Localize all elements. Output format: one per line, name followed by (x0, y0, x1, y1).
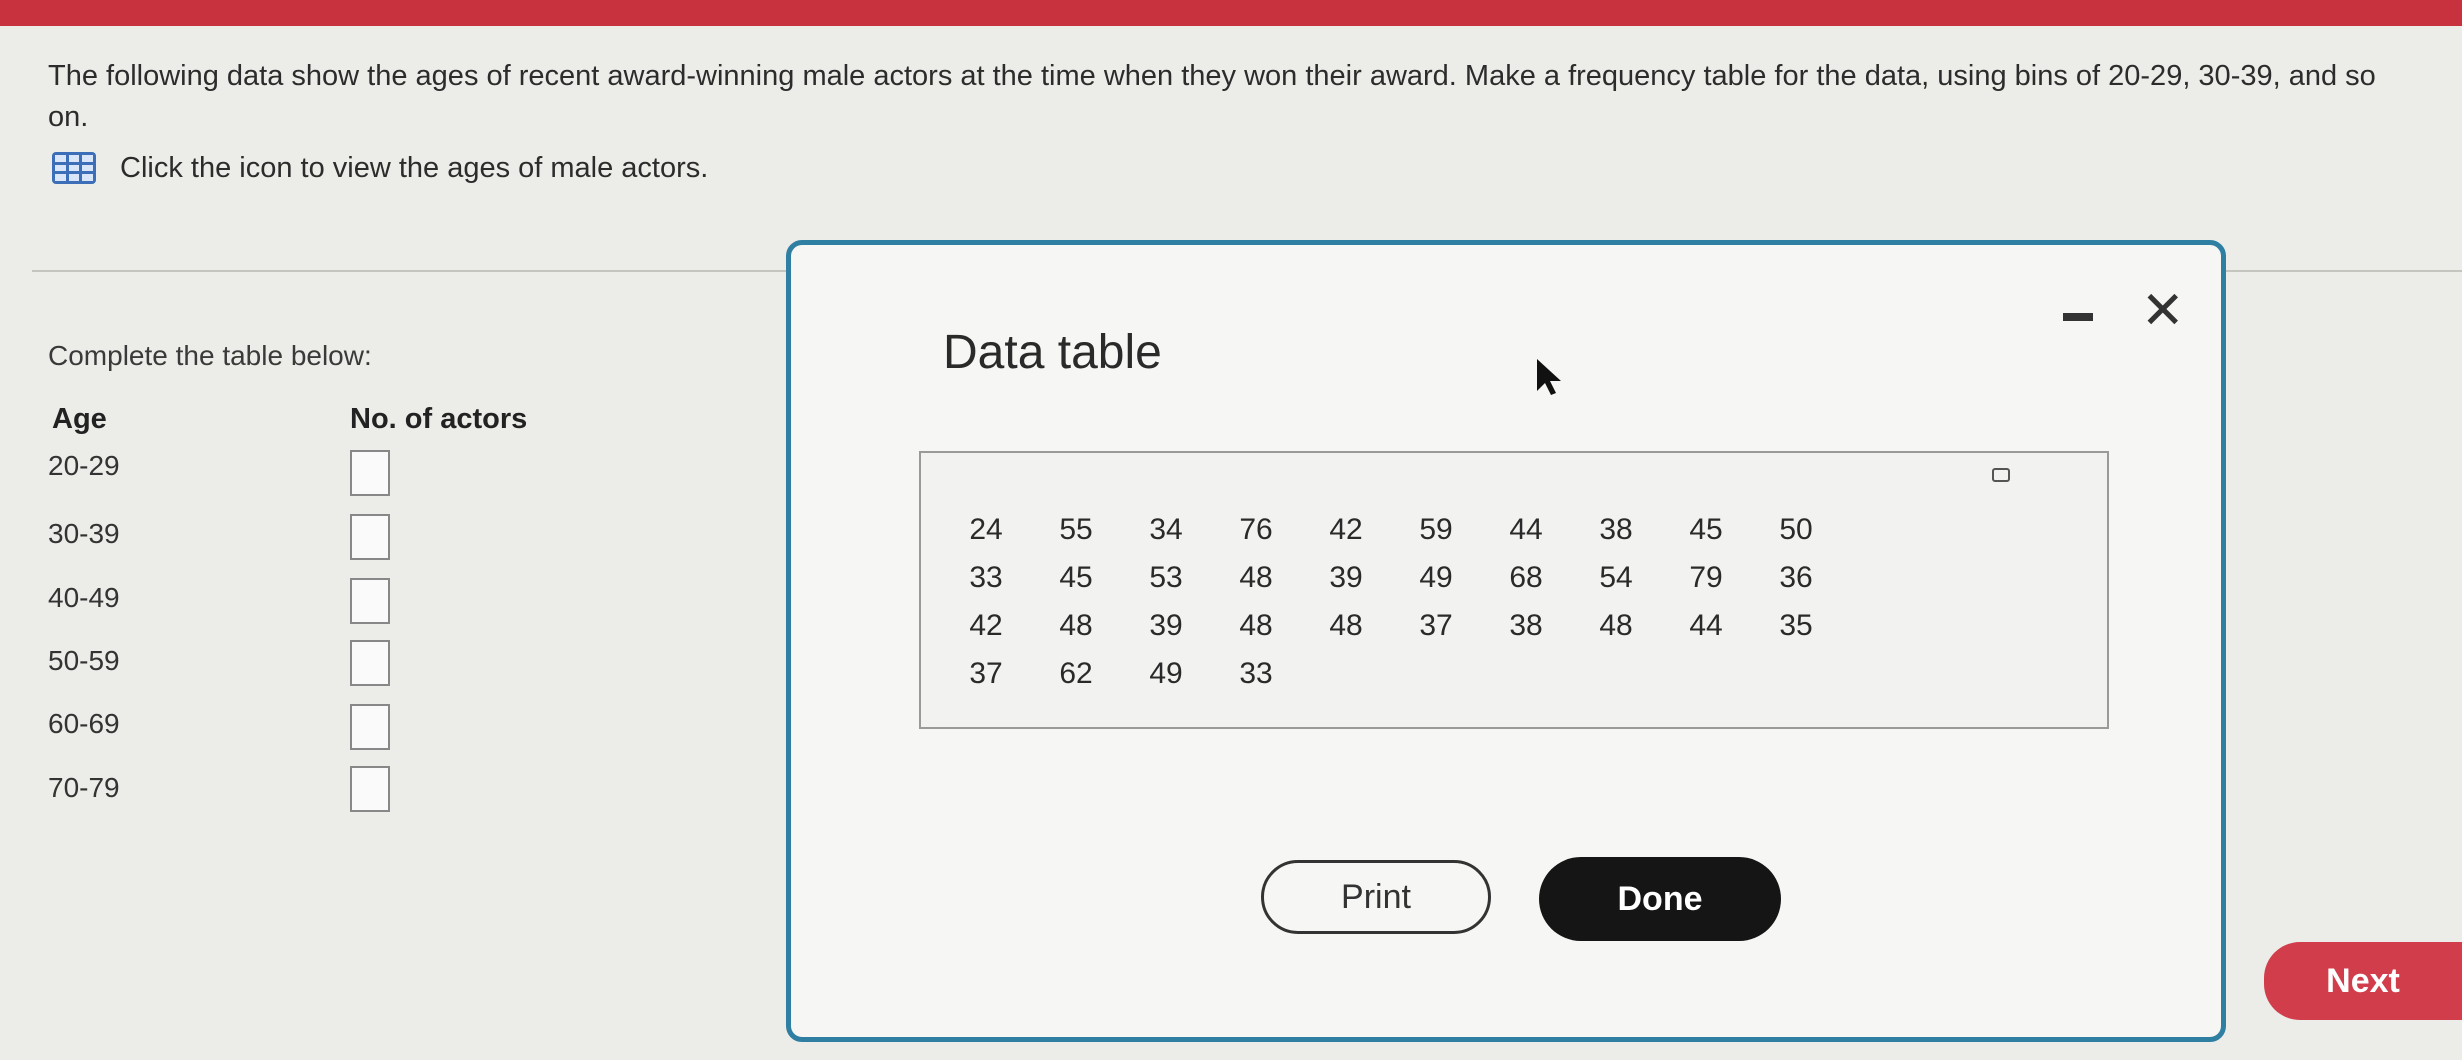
data-cell: 79 (1689, 561, 1723, 594)
copy-icon[interactable] (1991, 467, 2013, 485)
age-bin-label: 60-69 (48, 708, 120, 739)
age-bin-label: 40-49 (48, 582, 120, 613)
data-cell (1301, 657, 1391, 705)
minimize-icon[interactable] (2063, 313, 2093, 321)
data-cell: 59 (1419, 513, 1453, 546)
next-button[interactable]: Next (2264, 942, 2462, 1020)
data-cell: 44 (1689, 609, 1723, 642)
data-cell: 39 (1329, 561, 1363, 594)
data-cell: 37 (969, 657, 1003, 690)
data-cell: 48 (1329, 609, 1363, 642)
data-link-line[interactable]: Click the icon to view the ages of male … (52, 148, 708, 188)
data-cell: 48 (1599, 609, 1633, 642)
data-cell: 39 (1149, 609, 1183, 642)
dialog-title: Data table (943, 326, 1162, 379)
data-cell: 55 (1059, 513, 1093, 546)
count-input[interactable] (350, 450, 390, 496)
age-column-header: Age (52, 403, 107, 435)
data-cell: 54 (1599, 561, 1633, 594)
data-link-text[interactable]: Click the icon to view the ages of male … (120, 152, 708, 185)
data-cell: 36 (1779, 561, 1813, 594)
data-cell: 68 (1509, 561, 1543, 594)
data-cell: 48 (1059, 609, 1093, 642)
data-cell: 49 (1419, 561, 1453, 594)
table-instruction: Complete the table below: (48, 340, 372, 371)
top-banner (0, 0, 2462, 26)
data-cell: 44 (1509, 513, 1543, 546)
count-column-header: No. of actors (350, 403, 528, 435)
data-table-dialog: Data table ✕ 24 55 34 76 42 59 44 38 45 50 33 45 53 4… (786, 240, 2226, 1042)
data-cell: 34 (1149, 513, 1183, 546)
table-icon[interactable] (52, 152, 96, 184)
data-cell: 35 (1779, 609, 1813, 642)
data-cell: 38 (1599, 513, 1633, 546)
mouse-cursor-icon (1537, 359, 1561, 395)
data-cell: 76 (1239, 513, 1273, 546)
question-text: The following data show the ages of rece… (48, 60, 2376, 133)
age-bin-label: 70-79 (48, 772, 120, 803)
age-bin-label: 30-39 (48, 518, 120, 549)
data-cell (1481, 657, 1571, 705)
data-cell: 50 (1779, 513, 1813, 546)
count-input[interactable] (350, 514, 390, 560)
data-cell: 62 (1059, 657, 1093, 690)
data-cell: 24 (969, 513, 1003, 546)
data-cell: 42 (969, 609, 1003, 642)
data-cell (1661, 657, 1751, 705)
close-icon[interactable]: ✕ (2141, 285, 2185, 337)
data-cell: 37 (1419, 609, 1453, 642)
data-cell (1391, 657, 1481, 705)
data-cell: 48 (1239, 561, 1273, 594)
data-cell: 33 (969, 561, 1003, 594)
count-input[interactable] (350, 640, 390, 686)
data-cell: 33 (1239, 657, 1273, 690)
data-cell: 38 (1509, 609, 1543, 642)
print-button[interactable]: Print (1261, 860, 1491, 934)
count-input[interactable] (350, 578, 390, 624)
data-cell: 48 (1239, 609, 1273, 642)
count-input[interactable] (350, 704, 390, 750)
data-cell: 45 (1689, 513, 1723, 546)
data-cell: 53 (1149, 561, 1183, 594)
count-input[interactable] (350, 766, 390, 812)
data-cell: 42 (1329, 513, 1363, 546)
ages-table: 24 55 34 76 42 59 44 38 45 50 33 45 53 48 39 49 68 54 79 36… (919, 451, 2109, 729)
data-cell (1571, 657, 1661, 705)
data-cell: 45 (1059, 561, 1093, 594)
age-bin-label: 50-59 (48, 645, 120, 676)
data-cell (1751, 657, 1841, 705)
data-cell: 49 (1149, 657, 1183, 690)
age-bin-label: 20-29 (48, 450, 120, 481)
done-button[interactable]: Done (1539, 857, 1781, 941)
ages-grid: 24 55 34 76 42 59 44 38 45 50 33 45 53 48 39 49 68 54 79 36… (941, 513, 1841, 705)
